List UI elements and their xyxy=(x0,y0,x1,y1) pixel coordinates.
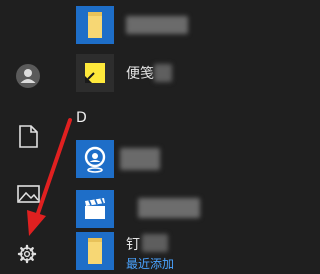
video-editor-icon xyxy=(85,198,105,219)
folder-icon xyxy=(88,238,102,264)
blurred-label xyxy=(120,148,160,170)
account-icon xyxy=(16,64,40,88)
blurred-label xyxy=(142,234,168,252)
app-tile xyxy=(76,190,114,228)
maps-icon xyxy=(84,146,106,173)
settings-icon xyxy=(17,244,37,264)
pictures-button[interactable] xyxy=(8,174,48,214)
account-button[interactable] xyxy=(8,56,48,96)
start-menu-rail xyxy=(0,0,56,271)
blurred-label xyxy=(154,64,172,82)
app-name: 钉 xyxy=(126,237,140,253)
section-letter[interactable]: D xyxy=(76,110,87,126)
blurred-label xyxy=(126,16,188,34)
app-tile xyxy=(76,140,114,178)
app-name: 便笺 xyxy=(126,66,154,82)
documents-button[interactable] xyxy=(8,116,48,156)
app-tile xyxy=(76,54,114,92)
folder-icon xyxy=(88,12,102,38)
settings-button[interactable] xyxy=(8,234,48,274)
documents-icon xyxy=(19,125,38,148)
blurred-label xyxy=(138,198,200,218)
app-tile xyxy=(76,6,114,44)
app-tile xyxy=(76,232,114,270)
sticky-notes-icon xyxy=(85,63,105,83)
pictures-icon xyxy=(17,185,40,203)
recently-added-label: 最近添加 xyxy=(126,257,175,271)
app-list: 便笺 D 钉 最近添加 xyxy=(56,0,314,271)
